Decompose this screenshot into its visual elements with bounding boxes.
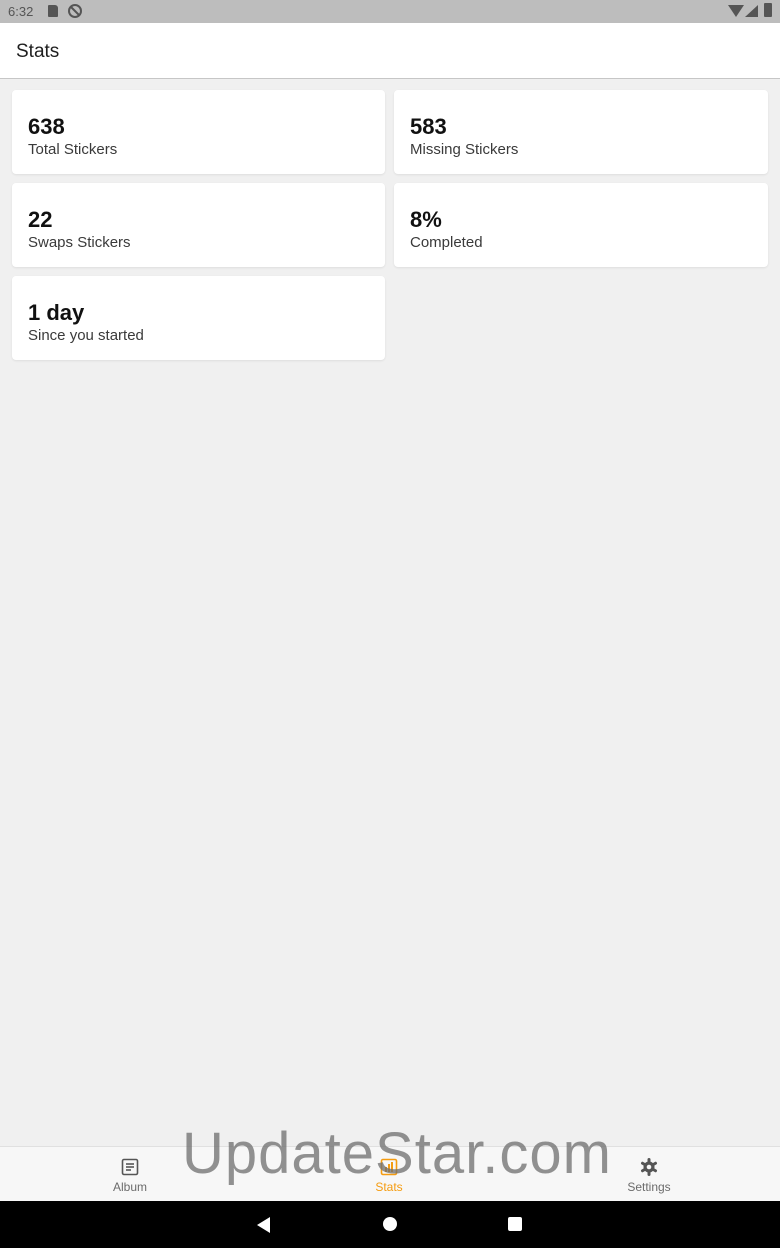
gear-icon <box>641 1158 657 1176</box>
signal-icon <box>745 5 758 17</box>
stat-label: Completed <box>410 234 483 251</box>
stat-value: 22 <box>28 207 53 232</box>
stat-label: Missing Stickers <box>410 141 519 158</box>
watermark: UpdateStar.com <box>182 1121 612 1186</box>
sd-card-icon <box>48 5 58 17</box>
system-navigation-bar <box>0 1201 780 1248</box>
battery-icon <box>764 3 772 17</box>
stat-card-days: 1 day Since you started <box>12 276 385 360</box>
status-time: 6:32 <box>8 4 34 19</box>
stat-card-completed: 8% Completed <box>394 183 768 267</box>
nav-album[interactable]: Album <box>70 1147 190 1202</box>
sync-off-icon <box>68 4 82 18</box>
recent-apps-icon[interactable] <box>508 1217 522 1231</box>
stat-label: Swaps Stickers <box>28 234 131 251</box>
stat-value: 638 <box>28 114 65 139</box>
page-title: Stats <box>16 41 60 62</box>
stat-value: 583 <box>410 114 447 139</box>
back-icon[interactable] <box>257 1217 270 1233</box>
stat-label: Total Stickers <box>28 141 118 158</box>
stat-value: 8% <box>410 207 442 232</box>
stat-card-swaps: 22 Swaps Stickers <box>12 183 385 267</box>
stat-card-missing: 583 Missing Stickers <box>394 90 768 174</box>
album-icon <box>121 1158 139 1176</box>
wifi-icon <box>728 5 744 17</box>
stat-value: 1 day <box>28 300 85 325</box>
home-icon[interactable] <box>383 1217 397 1231</box>
nav-album-label: Album <box>112 1180 147 1194</box>
stat-card-total: 638 Total Stickers <box>12 90 385 174</box>
status-bar: 6:32 <box>0 0 780 23</box>
app-bar: Stats <box>0 23 780 79</box>
stat-label: Since you started <box>28 327 144 344</box>
